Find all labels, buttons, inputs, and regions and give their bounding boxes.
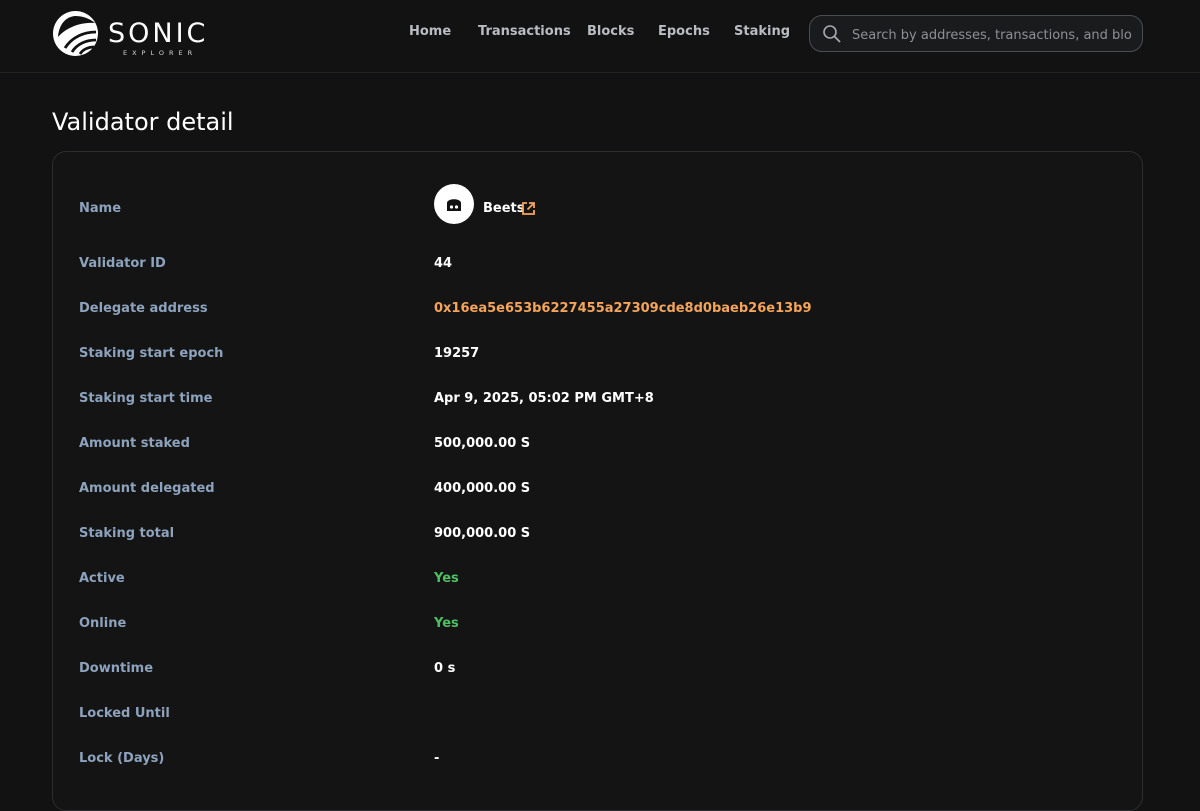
active-label: Active [79, 571, 125, 586]
detail-row-downtime: Downtime 0 s [53, 657, 1142, 681]
sonic-explorer-logo[interactable]: SONIC EXPLORER [52, 10, 205, 58]
detail-row-active: Active Yes [53, 567, 1142, 591]
nav-home-link[interactable]: Home [409, 24, 451, 44]
amount-staked-value: 500,000.00 S [434, 436, 531, 451]
detail-row-staking-total: Staking total 900,000.00 S [53, 522, 1142, 546]
detail-row-staking-start-epoch: Staking start epoch 19257 [53, 342, 1142, 366]
delegate-address-label: Delegate address [79, 301, 208, 316]
staking-start-time-label: Staking start time [79, 391, 213, 406]
delegate-address-link[interactable]: 0x16ea5e653b6227455a27309cde8d0baeb26e13… [434, 297, 812, 321]
validator-name[interactable]: Beets [483, 197, 525, 221]
page-title: Validator detail [52, 108, 234, 136]
nav-staking-link[interactable]: Staking [734, 24, 790, 44]
staking-total-label: Staking total [79, 526, 175, 541]
lock-days-value: - [434, 751, 440, 766]
staking-start-epoch-label: Staking start epoch [79, 346, 224, 361]
detail-row-amount-staked: Amount staked 500,000.00 S [53, 432, 1142, 456]
downtime-label: Downtime [79, 661, 154, 676]
search-icon [823, 25, 841, 43]
lock-days-label: Lock (Days) [79, 751, 165, 766]
detail-row-lock-days: Lock (Days) - [53, 747, 1142, 771]
detail-row-online: Online Yes [53, 612, 1142, 636]
detail-row-staking-start-time: Staking start time Apr 9, 2025, 05:02 PM… [53, 387, 1142, 411]
name-label: Name [79, 201, 122, 216]
amount-delegated-value: 400,000.00 S [434, 481, 531, 496]
detail-row-delegate-address: Delegate address 0x16ea5e653b6227455a273… [53, 297, 1142, 321]
amount-staked-label: Amount staked [79, 436, 190, 451]
nav-transactions-link[interactable]: Transactions [478, 24, 571, 44]
validator-id-label: Validator ID [79, 256, 166, 271]
sonic-logo-icon [53, 11, 98, 56]
top-navigation-bar: SONIC EXPLORER Home Transactions Blocks … [0, 0, 1200, 73]
amount-delegated-label: Amount delegated [79, 481, 215, 496]
detail-row-locked-until: Locked Until [53, 702, 1142, 726]
nav-blocks-link[interactable]: Blocks [587, 24, 634, 44]
downtime-value: 0 s [434, 661, 456, 676]
staking-start-time-value: Apr 9, 2025, 05:02 PM GMT+8 [434, 391, 654, 406]
nav-epochs-link[interactable]: Epochs [658, 24, 710, 44]
online-label: Online [79, 616, 127, 631]
validator-avatar [434, 184, 474, 224]
detail-row-amount-delegated: Amount delegated 400,000.00 S [53, 477, 1142, 501]
online-status: Yes [434, 616, 459, 631]
external-link-icon[interactable] [521, 201, 536, 216]
detail-row-name: Name Beets [53, 184, 1142, 224]
active-status: Yes [434, 571, 459, 586]
beets-avatar-icon [447, 199, 461, 211]
logo-wordmark: SONIC [108, 18, 209, 49]
search-box[interactable] [809, 15, 1143, 52]
search-input[interactable] [850, 22, 1134, 48]
locked-until-label: Locked Until [79, 706, 170, 721]
validator-id-value: 44 [434, 256, 453, 271]
validator-detail-card: Name Beets Validator ID 44 Delegate addr… [52, 151, 1143, 811]
detail-row-validator-id: Validator ID 44 [53, 252, 1142, 276]
staking-total-value: 900,000.00 S [434, 526, 531, 541]
logo-subtitle: EXPLORER [123, 49, 198, 57]
staking-start-epoch-value: 19257 [434, 346, 480, 361]
